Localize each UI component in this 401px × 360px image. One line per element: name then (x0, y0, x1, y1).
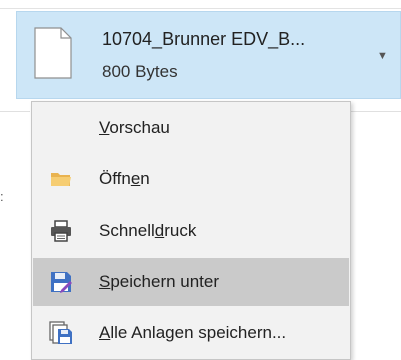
folder-icon (51, 173, 71, 186)
menu-item-save-all-attachments[interactable]: Alle Anlagen speichern... (33, 309, 349, 357)
attachment-file-size: 800 Bytes (102, 62, 178, 81)
menu-item-label: Öffnen (99, 169, 150, 188)
chevron-down-icon[interactable]: ▼ (377, 50, 388, 62)
printer-icon (51, 220, 71, 242)
menu-item-label: Speichern unter (99, 272, 220, 291)
menu-item-save-as[interactable]: Speichern unter (33, 258, 349, 306)
menu-item-label: Schnelldruck (99, 221, 197, 240)
attachment-chip[interactable]: 10704_Brunner EDV_B... 800 Bytes ▼ (16, 11, 401, 99)
menu-item-preview[interactable]: Vorschau (33, 104, 349, 152)
menu-item-open[interactable]: Öffnen (33, 155, 349, 203)
attachment-context-menu: Vorschau Öffnen Schnelldruck Speichern u… (31, 101, 351, 360)
save-as-icon (51, 272, 72, 293)
menu-item-quick-print[interactable]: Schnelldruck (33, 207, 349, 255)
divider (0, 111, 30, 112)
menu-item-label: Alle Anlagen speichern... (99, 323, 287, 342)
divider (350, 111, 401, 112)
save-all-icon (49, 321, 72, 344)
bullet-marker: : (0, 189, 4, 204)
menu-item-label: Vorschau (99, 118, 170, 137)
attachment-file-name: 10704_Brunner EDV_B... (102, 29, 306, 49)
top-strip (0, 0, 401, 9)
file-icon (34, 27, 72, 79)
